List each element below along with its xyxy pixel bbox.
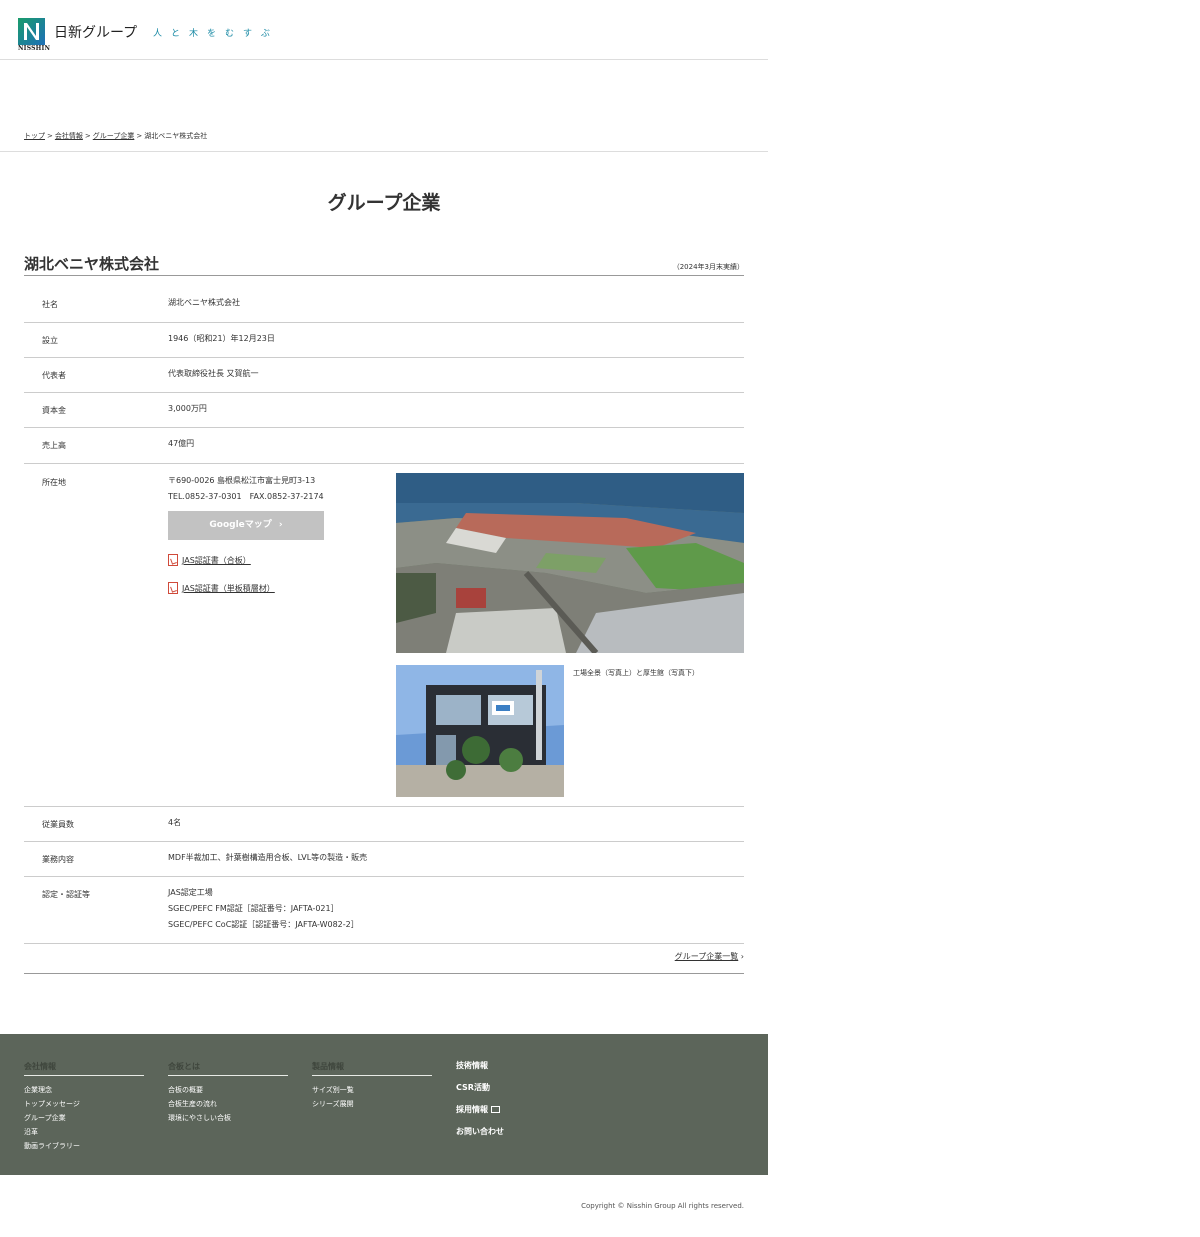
fiscal-note: （2024年3月末実績） xyxy=(672,263,744,271)
footer-link[interactable]: グループ企業 xyxy=(24,1111,144,1125)
breadcrumb-group-companies[interactable]: グループ企業 xyxy=(93,132,135,140)
breadcrumb-separator: > xyxy=(136,132,143,140)
footer-link[interactable]: 環境にやさしい合板 xyxy=(168,1111,288,1125)
footer-link[interactable]: サイズ別一覧 xyxy=(312,1083,432,1097)
table-row-sales: 売上高 47億円 xyxy=(24,428,744,464)
row-label: 社名 xyxy=(42,300,58,309)
table-row-capital: 資本金 3,000万円 xyxy=(24,393,744,428)
footer-link[interactable]: シリーズ展開 xyxy=(312,1097,432,1111)
table-row-employees: 従業員数 4名 xyxy=(24,807,744,842)
google-map-button[interactable]: Googleマップ › xyxy=(168,511,324,540)
copyright: Copyright © Nisshin Group All rights res… xyxy=(581,1202,744,1210)
row-label: 業務内容 xyxy=(42,855,74,864)
pdf-icon xyxy=(168,554,178,566)
footer-column-company: 会社情報 企業理念 トップメッセージ グループ企業 沿革 動画ライブラリー xyxy=(24,1061,144,1153)
cert-line: SGEC/PEFC FM認証［認証番号：JAFTA-021］ xyxy=(168,904,339,913)
footer-column-products: 製品情報 サイズ別一覧 シリーズ展開 xyxy=(312,1061,432,1111)
address-line: 〒690-0026 島根県松江市富士見町3-13 xyxy=(168,476,316,485)
footer-link-label: 採用情報 xyxy=(456,1105,488,1114)
footer-link[interactable]: 合板の概要 xyxy=(168,1083,288,1097)
row-value: 湖北ベニヤ株式会社 xyxy=(168,298,240,307)
footer-link-recruit[interactable]: 採用情報 xyxy=(456,1099,576,1121)
breadcrumb-current: 湖北ベニヤ株式会社 xyxy=(144,132,208,140)
footer-link[interactable]: トップメッセージ xyxy=(24,1097,144,1111)
row-label: 代表者 xyxy=(42,371,66,380)
footer-column-plywood: 合板とは 合板の概要 合板生産の流れ 環境にやさしい合板 xyxy=(168,1061,288,1125)
breadcrumb-separator: > xyxy=(47,132,53,140)
phone-fax-line: TEL.0852-37-0301 FAX.0852-37-2174 xyxy=(168,492,324,501)
pdf-link-label: JAS認証書（合板） xyxy=(182,556,251,565)
chevron-right-icon: › xyxy=(278,520,283,530)
breadcrumb: トップ > 会社情報 > グループ企業 > 湖北ベニヤ株式会社 xyxy=(24,131,207,141)
row-label: 認定・認証等 xyxy=(42,890,90,899)
factory-aerial-photo xyxy=(396,473,744,653)
table-row-certification: 認定・認証等 JAS認定工場 SGEC/PEFC FM認証［認証番号：JAFTA… xyxy=(24,877,744,944)
table-row-business: 業務内容 MDF半裁加工、針葉樹構造用合板、LVL等の製造・販売 xyxy=(24,842,744,877)
group-list-link[interactable]: グループ企業一覧 › xyxy=(675,951,744,962)
footer-link[interactable]: 企業理念 xyxy=(24,1083,144,1097)
tagline: 人と木をむすぶ xyxy=(153,29,279,39)
row-value: 4名 xyxy=(168,818,182,827)
nisshin-logo-icon[interactable] xyxy=(18,18,45,45)
company-heading-rule xyxy=(24,275,744,276)
row-label: 資本金 xyxy=(42,406,66,415)
welfare-building-photo xyxy=(396,665,564,797)
row-value: 1946（昭和21）年12月23日 xyxy=(168,334,275,343)
site-footer: 会社情報 企業理念 トップメッセージ グループ企業 沿革 動画ライブラリー 合板… xyxy=(0,1034,768,1175)
table-row-address: 所在地 〒690-0026 島根県松江市富士見町3-13 TEL.0852-37… xyxy=(24,464,744,807)
group-list-link-label: グループ企業一覧 xyxy=(674,952,739,961)
site-header: NISSHIN 日新グループ 人と木をむすぶ xyxy=(0,0,768,60)
footer-link-technical[interactable]: 技術情報 xyxy=(456,1055,576,1077)
footer-link[interactable]: 沿革 xyxy=(24,1125,144,1139)
pdf-icon xyxy=(168,582,178,594)
table-row-established: 設立 1946（昭和21）年12月23日 xyxy=(24,323,744,358)
row-label: 売上高 xyxy=(42,441,66,450)
content-bottom-rule xyxy=(24,973,744,974)
row-value: 47億円 xyxy=(168,439,195,448)
footer-heading[interactable]: 会社情報 xyxy=(24,1061,144,1076)
footer-heading[interactable]: 製品情報 xyxy=(312,1061,432,1076)
row-value: 代表取締役社長 又賀航一 xyxy=(168,369,259,378)
logo-subtext: NISSHIN xyxy=(18,45,51,52)
breadcrumb-company-info[interactable]: 会社情報 xyxy=(55,132,83,140)
footer-heading[interactable]: 合板とは xyxy=(168,1061,288,1076)
footer-column-links: 技術情報 CSR活動 採用情報 お問い合わせ xyxy=(456,1055,576,1143)
breadcrumb-divider xyxy=(0,151,768,152)
table-row-company-name: 社名 湖北ベニヤ株式会社 xyxy=(24,287,744,323)
row-label: 従業員数 xyxy=(42,820,74,829)
pdf-link-jas-plywood[interactable]: JAS認証書（合板） xyxy=(168,554,251,566)
row-label: 所在地 xyxy=(42,478,66,487)
footer-link[interactable]: 合板生産の流れ xyxy=(168,1097,288,1111)
row-value: MDF半裁加工、針葉樹構造用合板、LVL等の製造・販売 xyxy=(168,853,368,862)
breadcrumb-top[interactable]: トップ xyxy=(24,132,45,140)
pdf-link-jas-lvl[interactable]: JAS認証書（単板積層材） xyxy=(168,582,275,594)
pdf-link-label: JAS認証書（単板積層材） xyxy=(182,584,275,593)
chevron-right-icon: › xyxy=(740,952,744,961)
footer-link[interactable]: 動画ライブラリー xyxy=(24,1139,144,1153)
breadcrumb-separator: > xyxy=(84,132,91,140)
map-button-label: Googleマップ xyxy=(209,520,272,530)
footer-link-contact[interactable]: お問い合わせ xyxy=(456,1121,576,1143)
cert-line: SGEC/PEFC CoC認証［認証番号：JAFTA-W082-2］ xyxy=(168,920,359,929)
logo-text[interactable]: 日新グループ xyxy=(54,22,137,42)
cert-line: JAS認定工場 xyxy=(168,888,213,897)
page-title: グループ企業 xyxy=(327,192,441,214)
external-link-icon xyxy=(491,1106,500,1113)
footer-link-csr[interactable]: CSR活動 xyxy=(456,1077,576,1099)
row-value: 3,000万円 xyxy=(168,404,207,413)
photo-caption: 工場全景（写真上）と厚生館（写真下） xyxy=(573,669,699,677)
table-row-representative: 代表者 代表取締役社長 又賀航一 xyxy=(24,358,744,393)
company-heading: 湖北ベニヤ株式会社 xyxy=(24,255,160,273)
row-label: 設立 xyxy=(42,336,58,345)
